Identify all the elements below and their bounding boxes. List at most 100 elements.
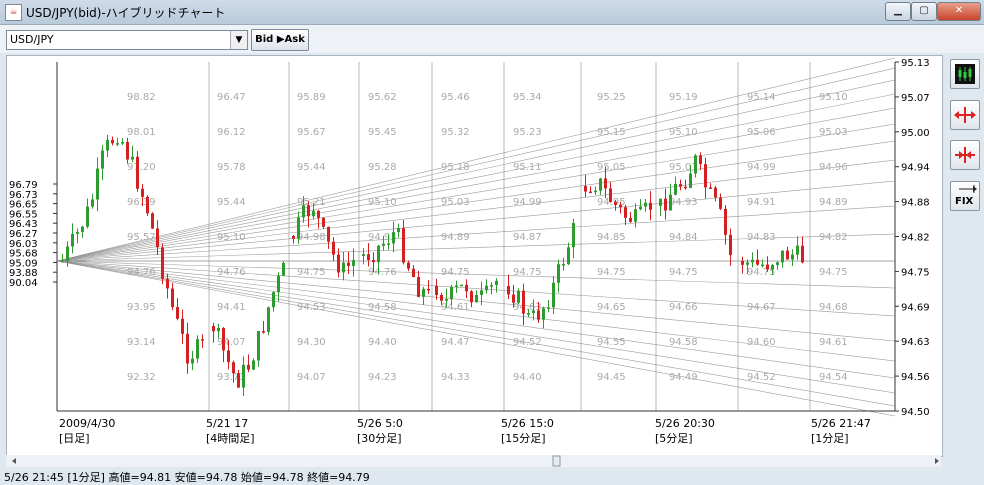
section-price-label: 94.54 (819, 372, 848, 383)
candle (495, 280, 498, 286)
section-price-label: 96.39 (127, 197, 156, 208)
section-price-label: 98.01 (127, 127, 156, 138)
symbol-select[interactable]: USD/JPY ▼ (6, 30, 248, 50)
symbol-select-value: USD/JPY (10, 33, 54, 46)
section-price-label: 94.58 (669, 337, 698, 348)
candle (756, 259, 759, 265)
candle (624, 207, 627, 218)
candle (659, 198, 662, 206)
minimize-icon[interactable]: ▁ (885, 2, 911, 21)
chart-panel[interactable]: 98.82 98.01 97.20 96.39 95.57 94.76 93.95 93.14… (6, 55, 943, 457)
section-price-label: 95.44 (297, 162, 326, 173)
candle (332, 241, 335, 255)
x-date-label: 5/26 21:47 (811, 417, 871, 430)
section-price-label: 96.47 (217, 92, 246, 103)
section-price-label: 94.98 (297, 232, 326, 243)
x-period-label: [30分足] (357, 432, 402, 445)
candle (791, 254, 794, 260)
candle (594, 190, 597, 193)
candle (480, 290, 483, 295)
section-price-label: 94.75 (513, 267, 542, 278)
java-app-icon: ☕ (5, 4, 22, 21)
close-icon[interactable]: ✕ (937, 2, 981, 21)
section-price-label: 94.82 (819, 232, 848, 243)
candle (475, 294, 478, 303)
section-price-label: 95.11 (513, 162, 542, 173)
candle (292, 236, 295, 239)
section-price-label: 94.45 (597, 372, 626, 383)
candle (490, 285, 493, 287)
candle (699, 155, 702, 165)
candle (81, 226, 84, 232)
y-tick-label: 95.00 (901, 128, 930, 139)
section-price-label: 95.34 (513, 92, 542, 103)
candle (377, 245, 380, 263)
section-price-label: 94.83 (747, 232, 776, 243)
candle (781, 250, 784, 263)
candle (352, 260, 355, 266)
hybrid-chart[interactable]: 98.82 98.01 97.20 96.39 95.57 94.76 93.95 93.14… (7, 56, 942, 456)
section-price-label: 95.46 (441, 92, 470, 103)
candle (252, 360, 255, 370)
candle (465, 284, 468, 292)
section-price-label: 94.40 (513, 372, 542, 383)
compress-horizontal-icon[interactable] (950, 140, 980, 170)
candle (372, 260, 375, 263)
scroll-right-icon[interactable] (935, 458, 939, 464)
candle (166, 278, 169, 289)
candle (562, 264, 565, 266)
candle (801, 245, 804, 263)
candle (450, 286, 453, 300)
candle (126, 142, 129, 160)
candle (507, 286, 510, 295)
candle (257, 331, 260, 361)
candle (629, 217, 632, 222)
candle (347, 262, 350, 266)
candle (589, 191, 592, 194)
title-bar: ☕ USD/JPY(bid)-ハイブリッドチャート ▁ ▢ ✕ (0, 0, 984, 25)
candle (96, 168, 99, 200)
candle (412, 268, 415, 277)
candle (307, 205, 310, 217)
candle (522, 290, 525, 314)
candle (751, 259, 754, 263)
fan-line (56, 57, 896, 262)
candle (382, 243, 385, 246)
section-price-label: 94.49 (669, 372, 698, 383)
fan-line (56, 159, 896, 262)
expand-horizontal-icon[interactable] (950, 100, 980, 130)
candlestick-icon[interactable] (950, 59, 980, 89)
window-title: USD/JPY(bid)-ハイブリッドチャート (26, 6, 226, 20)
candle (186, 333, 189, 364)
section-price-label: 95.45 (368, 127, 397, 138)
candle (422, 288, 425, 297)
x-date-label: 5/26 20:30 (655, 417, 715, 430)
horizontal-scrollbar[interactable] (6, 455, 941, 467)
fix-icon[interactable]: FIX (950, 181, 980, 211)
section-price-label: 95.10 (669, 127, 698, 138)
candle (196, 339, 199, 359)
section-price-label: 94.99 (747, 162, 776, 173)
candle (741, 261, 744, 265)
candle (609, 188, 612, 202)
x-period-label: [4時間足] (206, 432, 255, 445)
candle (599, 178, 602, 191)
candle (362, 254, 365, 256)
candle (460, 284, 463, 287)
candle (719, 197, 722, 209)
scroll-left-icon[interactable] (12, 458, 16, 464)
candle (689, 173, 692, 189)
section-price-label: 94.66 (669, 302, 698, 313)
bid-ask-button[interactable]: Bid ▶Ask (251, 29, 309, 51)
maximize-icon[interactable]: ▢ (911, 2, 937, 21)
candle (342, 262, 345, 273)
section-price-label: 94.60 (747, 337, 776, 348)
x-period-label: [1分足] (811, 432, 849, 445)
chevron-down-icon[interactable]: ▼ (230, 31, 247, 49)
section-price-label: 94.07 (217, 337, 246, 348)
section-price-label: 94.68 (819, 302, 848, 313)
scroll-thumb[interactable] (552, 455, 561, 467)
section-price-label: 93.14 (127, 337, 156, 348)
section-price-label: 94.53 (297, 302, 326, 313)
y-tick-label: 94.50 (901, 407, 930, 418)
